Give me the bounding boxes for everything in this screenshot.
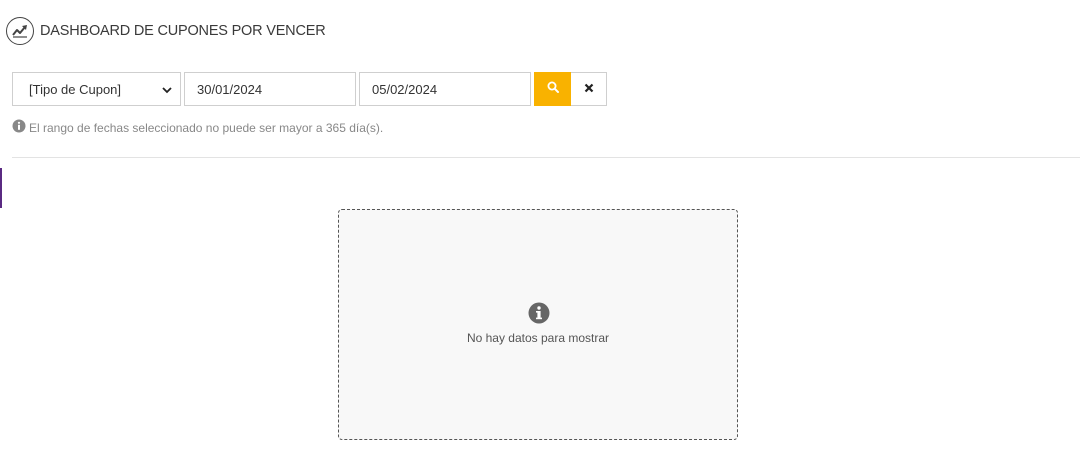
trend-chart-icon xyxy=(6,17,34,45)
search-button[interactable] xyxy=(534,72,571,106)
start-date-input[interactable] xyxy=(184,72,356,106)
side-accent-bar xyxy=(0,168,2,208)
close-icon xyxy=(584,80,594,98)
clear-button[interactable] xyxy=(571,72,607,106)
divider xyxy=(12,157,1080,158)
empty-state-message: No hay datos para mostrar xyxy=(466,331,610,345)
date-range-hint: El rango de fechas seleccionado no puede… xyxy=(12,119,383,136)
coupon-type-select[interactable]: [Tipo de Cupon] xyxy=(12,72,181,106)
coupon-type-selected: [Tipo de Cupon] xyxy=(29,81,122,97)
empty-state-panel: No hay datos para mostrar xyxy=(338,209,738,440)
page: DASHBOARD DE CUPONES POR VENCER [Tipo de… xyxy=(0,0,1080,451)
search-icon xyxy=(547,80,559,98)
filter-bar: [Tipo de Cupon] xyxy=(12,72,607,106)
page-header: DASHBOARD DE CUPONES POR VENCER xyxy=(6,17,326,45)
info-icon xyxy=(528,302,550,329)
page-title: DASHBOARD DE CUPONES POR VENCER xyxy=(40,23,326,39)
end-date-input[interactable] xyxy=(359,72,531,106)
chevron-down-icon xyxy=(162,82,172,97)
hint-text: El rango de fechas seleccionado no puede… xyxy=(29,120,384,135)
info-icon xyxy=(12,119,26,136)
